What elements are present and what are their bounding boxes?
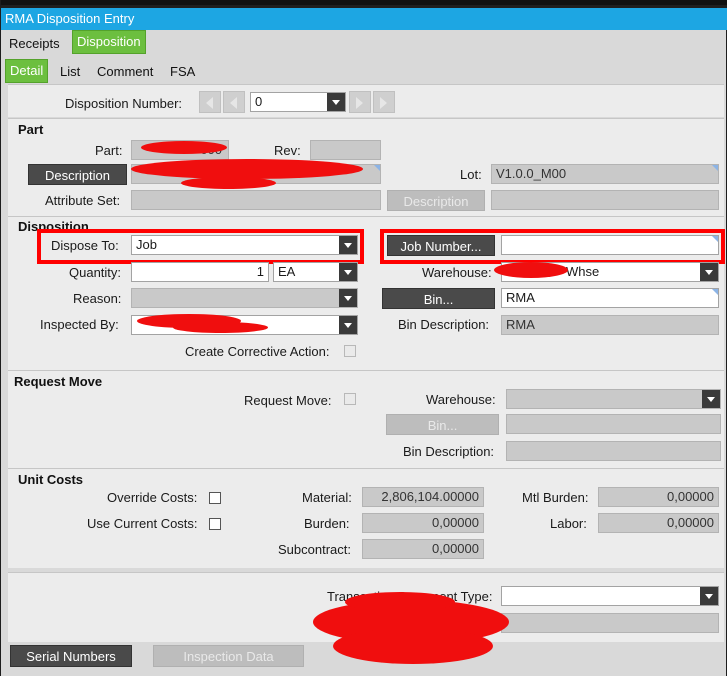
chevron-down-icon[interactable] — [702, 390, 720, 408]
material-label: Material: — [302, 490, 352, 505]
bin-description-field[interactable]: RMA — [501, 315, 719, 335]
chevron-down-icon[interactable] — [339, 263, 357, 281]
corrective-action-label: Create Corrective Action: — [185, 344, 330, 359]
reason-label: Reason: — [73, 291, 122, 306]
request-move-label: Request Move: — [244, 393, 332, 408]
lot-field[interactable]: V1.0.0_M00 — [491, 164, 719, 184]
quantity-field[interactable]: 1 — [131, 262, 269, 282]
redaction-mark — [181, 177, 276, 189]
redaction-mark — [345, 592, 455, 612]
part-section-title: Part — [18, 122, 44, 137]
transaction-doc-type-select[interactable] — [501, 586, 719, 606]
bin-description-label: Bin Description: — [398, 317, 490, 332]
lot-value: V1.0.0_M00 — [496, 166, 567, 181]
bin-button[interactable]: Bin... — [382, 288, 495, 309]
redaction-mark — [173, 322, 268, 333]
override-costs-checkbox[interactable] — [209, 492, 221, 504]
request-move-bin-description-label: Bin Description: — [403, 444, 495, 459]
rma-disposition-window: RMA Disposition Entry Receipts Dispositi… — [0, 0, 727, 676]
bin-field[interactable]: RMA — [501, 288, 719, 308]
disposition-number-value: 0 — [255, 94, 263, 109]
attribute-set-field[interactable] — [131, 190, 381, 210]
chevron-down-icon[interactable] — [700, 263, 718, 281]
use-current-costs-checkbox[interactable] — [209, 518, 221, 530]
warehouse-value: Whse — [566, 264, 600, 279]
request-move-bin-field[interactable] — [506, 414, 721, 434]
chevron-down-icon[interactable] — [327, 93, 345, 111]
tab-comment[interactable]: Comment — [93, 61, 157, 83]
attribute-set-label: Attribute Set: — [45, 193, 121, 208]
dispose-to-value: Job — [136, 237, 157, 252]
corner-marker — [374, 165, 380, 171]
rev-field[interactable] — [310, 140, 381, 160]
request-move-warehouse-select[interactable] — [506, 389, 721, 409]
request-move-checkbox[interactable] — [344, 393, 356, 405]
tab-receipts[interactable]: Receipts — [5, 33, 64, 55]
mtl-burden-field[interactable]: 0,00000 — [598, 487, 719, 507]
lot-label: Lot: — [460, 167, 482, 182]
legal-number-field[interactable] — [501, 613, 719, 633]
next-record-button[interactable] — [349, 91, 371, 113]
attribute-description-field[interactable] — [491, 190, 719, 210]
job-number-field[interactable] — [501, 235, 719, 255]
chevron-down-icon[interactable] — [700, 587, 718, 605]
chevron-down-icon[interactable] — [339, 289, 357, 307]
tab-list[interactable]: List — [56, 61, 84, 83]
burden-field[interactable]: 0,00000 — [362, 513, 484, 533]
disposition-number-label: Disposition Number: — [65, 96, 183, 111]
inspected-by-label: Inspected By: — [40, 317, 119, 332]
request-move-warehouse-label: Warehouse: — [426, 392, 496, 407]
first-record-button[interactable] — [199, 91, 221, 113]
chevron-down-icon[interactable] — [339, 236, 357, 254]
corner-marker — [712, 236, 718, 242]
tab-detail[interactable]: Detail — [5, 59, 49, 83]
redaction-mark — [494, 262, 568, 278]
reason-select[interactable] — [131, 288, 358, 308]
inspection-data-button[interactable]: Inspection Data — [153, 645, 304, 667]
subcontract-label: Subcontract: — [278, 542, 351, 557]
quantity-label: Quantity: — [69, 265, 122, 280]
job-number-button[interactable]: Job Number... — [387, 235, 495, 256]
request-move-bin-description-field[interactable] — [506, 441, 721, 461]
description-button[interactable]: Description — [28, 164, 127, 185]
use-current-costs-label: Use Current Costs: — [87, 516, 198, 531]
chevron-down-icon[interactable] — [339, 316, 357, 334]
material-field[interactable]: 2,806,104.00000 — [362, 487, 484, 507]
attribute-description-button[interactable]: Description — [387, 190, 485, 211]
previous-record-button[interactable] — [223, 91, 245, 113]
unit-costs-section-title: Unit Costs — [18, 472, 83, 487]
dispose-to-select[interactable]: Job — [131, 235, 358, 255]
redaction-mark — [141, 141, 227, 154]
corner-marker — [712, 289, 718, 295]
window-title: RMA Disposition Entry — [1, 8, 727, 30]
redaction-mark — [131, 159, 363, 179]
corner-marker — [712, 165, 718, 171]
request-move-bin-button[interactable]: Bin... — [386, 414, 499, 435]
burden-label: Burden: — [304, 516, 350, 531]
labor-field[interactable]: 0,00000 — [598, 513, 719, 533]
bin-value: RMA — [506, 290, 535, 305]
corrective-action-checkbox[interactable] — [344, 345, 356, 357]
tab-fsa[interactable]: FSA — [166, 61, 199, 83]
mtl-burden-label: Mtl Burden: — [522, 490, 589, 505]
part-label: Part: — [95, 143, 123, 158]
labor-label: Labor: — [550, 516, 587, 531]
dispose-to-label: Dispose To: — [51, 238, 119, 253]
last-record-button[interactable] — [373, 91, 395, 113]
disposition-number-select[interactable]: 0 — [250, 92, 346, 112]
uom-value: EA — [278, 264, 296, 279]
serial-numbers-button[interactable]: Serial Numbers — [10, 645, 132, 667]
warehouse-label: Warehouse: — [422, 265, 492, 280]
rev-label: Rev: — [274, 143, 301, 158]
override-costs-label: Override Costs: — [107, 490, 198, 505]
title-bar: RMA Disposition Entry — [1, 0, 727, 30]
uom-select[interactable]: EA — [273, 262, 358, 282]
redaction-mark — [333, 628, 493, 664]
subcontract-field[interactable]: 0,00000 — [362, 539, 484, 559]
tab-disposition[interactable]: Disposition — [72, 30, 146, 54]
request-move-section-title: Request Move — [14, 374, 103, 389]
